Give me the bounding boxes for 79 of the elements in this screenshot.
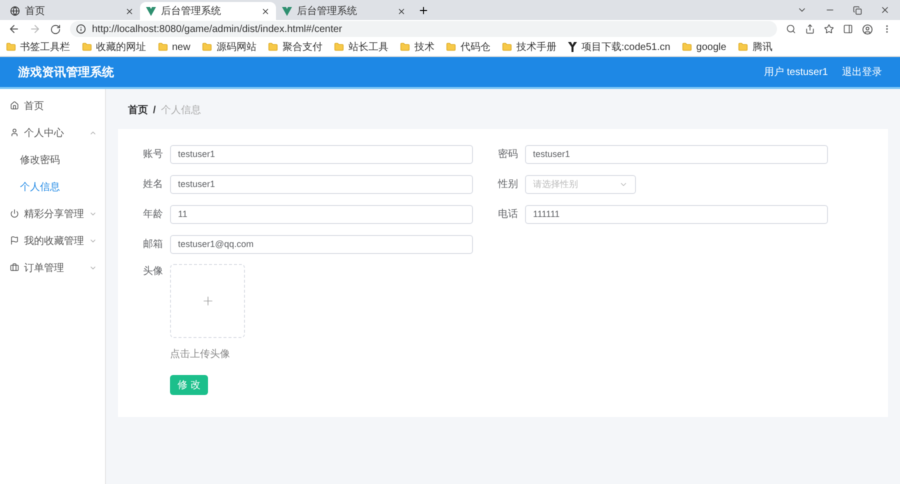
sidebar-subitem[interactable]: 个人信息: [0, 173, 105, 200]
text-field[interactable]: testuser1: [170, 174, 473, 194]
star-icon[interactable]: [824, 24, 834, 34]
bookmark-item[interactable]: new: [158, 42, 190, 52]
bookmark-item[interactable]: 代码仓: [446, 40, 490, 54]
v-logo-icon: [282, 6, 292, 16]
home-icon: [10, 101, 19, 110]
text-field[interactable]: testuser1@qq.com: [170, 234, 473, 254]
bookmark-item[interactable]: 技术: [400, 40, 434, 54]
bookmark-item[interactable]: 腾讯: [738, 40, 772, 54]
field-label: 姓名: [142, 178, 163, 191]
field-label: 性别: [496, 178, 518, 191]
flag-icon: [10, 236, 19, 245]
bookmark-item[interactable]: google: [682, 42, 726, 52]
bookmark-item[interactable]: 项目下载:code51.cn: [568, 40, 670, 54]
sidebar-subitem[interactable]: 修改密码: [0, 146, 105, 173]
bookmark-item[interactable]: 技术手册: [502, 40, 556, 54]
text-field[interactable]: testuser1: [525, 144, 828, 164]
bookmark-item[interactable]: 源码网站: [202, 40, 256, 54]
folder-icon: [682, 42, 692, 52]
browser-tab[interactable]: 首页: [4, 2, 140, 20]
close-icon[interactable]: [125, 6, 134, 16]
app-title: 游戏资讯管理系统: [18, 64, 114, 80]
logout-link[interactable]: 退出登录: [842, 65, 882, 79]
close-icon[interactable]: [397, 6, 406, 16]
power-icon: [10, 209, 19, 218]
folder-icon: [334, 42, 344, 52]
breadcrumb-separator: /: [153, 104, 156, 116]
folder-icon: [158, 42, 168, 52]
bookmark-item[interactable]: 聚合支付: [268, 40, 322, 54]
close-icon[interactable]: [261, 6, 270, 16]
back-icon[interactable]: [8, 23, 20, 35]
restore-icon[interactable]: [853, 6, 862, 14]
folder-icon: [6, 42, 16, 52]
browser-tab[interactable]: 后台管理系统: [140, 2, 276, 20]
folder-icon: [268, 42, 278, 52]
sidebar-item[interactable]: 我的收藏管理: [0, 227, 105, 254]
address-field[interactable]: http://localhost:8080/game/admin/dist/index.html#/center: [70, 21, 777, 37]
folder-icon: [446, 42, 456, 52]
text-field[interactable]: testuser1: [170, 144, 473, 164]
sidebar-item[interactable]: 订单管理: [0, 254, 105, 281]
field-label: 账号: [142, 148, 163, 161]
share-icon[interactable]: [805, 24, 815, 34]
info-icon: [76, 24, 86, 34]
zoom-icon[interactable]: [786, 24, 796, 34]
browser-tab[interactable]: 后台管理系统: [276, 2, 412, 20]
sidebar-item[interactable]: 个人中心: [0, 119, 105, 146]
close-icon[interactable]: [880, 5, 890, 15]
text-field[interactable]: 111111: [525, 204, 828, 224]
folder-icon: [738, 42, 748, 52]
y-logo-icon: [568, 42, 578, 52]
folder-icon: [400, 42, 410, 52]
breadcrumb-item[interactable]: 首页: [128, 103, 148, 117]
upload-hint: 点击上传头像: [170, 348, 230, 361]
folder-icon: [82, 42, 92, 52]
field-label: 邮箱: [142, 238, 163, 251]
bookmark-item[interactable]: 站长工具: [334, 40, 388, 54]
field-label: 密码: [497, 148, 518, 161]
sidebar-item[interactable]: 精彩分享管理: [0, 200, 105, 227]
plus-icon: [200, 294, 214, 308]
folder-icon: [502, 42, 512, 52]
bookmark-item[interactable]: 书签工具栏: [6, 40, 70, 54]
field-label: 电话: [497, 208, 518, 221]
breadcrumb-item: 个人信息: [160, 104, 201, 117]
bookmark-item[interactable]: 收藏的网址: [82, 40, 146, 54]
reload-icon[interactable]: [50, 24, 61, 34]
field-label: 年龄: [142, 208, 163, 221]
briefcase-icon: [10, 263, 19, 272]
side-panel-icon[interactable]: [843, 24, 853, 34]
user-icon: [10, 128, 19, 137]
v-logo-icon: [146, 6, 156, 16]
folder-icon: [202, 42, 212, 52]
profile-icon[interactable]: [862, 24, 873, 34]
text-field[interactable]: 11: [170, 204, 473, 224]
sidebar-item[interactable]: 首页: [0, 92, 105, 119]
new-tab-icon[interactable]: [418, 5, 429, 16]
user-label: 用户 testuser1: [764, 66, 828, 79]
globe-icon: [10, 6, 20, 16]
field-label: 头像: [142, 264, 163, 278]
